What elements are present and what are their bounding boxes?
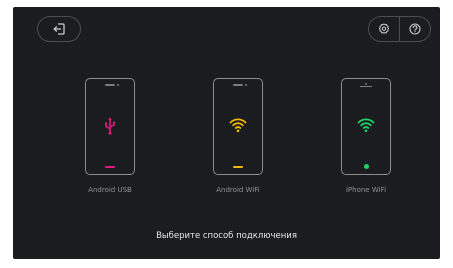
phone-camera <box>365 83 367 85</box>
iphone <box>341 78 391 175</box>
phone-speaker <box>105 84 115 86</box>
settings-button[interactable] <box>369 17 399 41</box>
back-button[interactable] <box>37 16 81 42</box>
phone-camera <box>117 84 119 86</box>
wifi-icon <box>229 118 247 133</box>
wifi-indicator <box>233 166 243 168</box>
gear-icon <box>378 23 390 34</box>
home-button <box>364 164 369 169</box>
help-button[interactable] <box>399 17 430 41</box>
connection-prompt: Выберите способ подключения <box>156 231 297 241</box>
option-android-usb[interactable]: Android USB <box>72 78 148 198</box>
android-phone <box>213 78 263 175</box>
question-icon <box>409 23 421 35</box>
option-label: iPhone WiFi <box>345 186 387 194</box>
option-label: Android WiFi <box>216 186 260 194</box>
connection-screen: Android USB Android WiFi iPhone WiFi Выб… <box>13 7 440 259</box>
android-phone <box>85 78 135 175</box>
option-label: Android USB <box>88 186 132 194</box>
wifi-icon <box>357 118 375 133</box>
exit-icon <box>53 23 65 35</box>
top-right-controls <box>368 16 431 42</box>
option-iphone-wifi[interactable]: iPhone WiFi <box>328 78 404 198</box>
option-android-wifi[interactable]: Android WiFi <box>200 78 276 198</box>
phone-speaker <box>360 86 372 87</box>
phone-speaker <box>233 84 243 86</box>
usb-indicator <box>105 166 115 168</box>
usb-icon <box>105 117 116 135</box>
phone-camera <box>245 84 247 86</box>
